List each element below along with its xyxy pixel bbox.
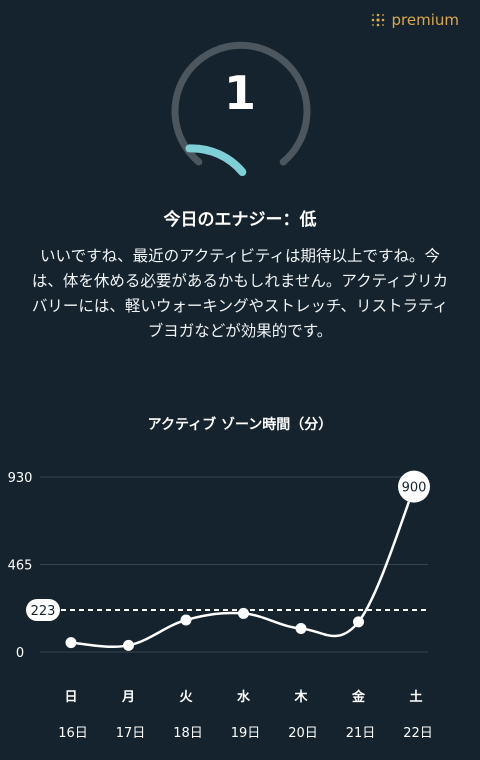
chart-title: アクティブ ゾーン時間（分） (147, 417, 333, 433)
energy-description: いいですね、最近のアクティビティは期待以上ですね。今は、体を休める必要があるかも… (31, 247, 449, 340)
y-tick-label: 0 (16, 646, 24, 661)
highlight-label: 900 (402, 481, 427, 496)
data-point (123, 639, 134, 651)
y-tick-label: 465 (8, 559, 33, 574)
dotted-grid-icon (371, 13, 385, 27)
x-date-label: 16日 (58, 726, 88, 741)
x-date-label: 19日 (231, 726, 261, 741)
x-weekday-label: 月 (121, 690, 135, 705)
x-date-label: 17日 (116, 726, 146, 741)
premium-badge[interactable]: premium (371, 11, 460, 29)
data-point (238, 607, 249, 619)
data-point (65, 637, 77, 649)
reference-label: 223 (31, 604, 56, 619)
x-date-label: 20日 (288, 726, 318, 741)
x-weekday-label: 日 (64, 690, 77, 705)
x-weekday-label: 金 (351, 689, 366, 705)
x-weekday-label: 火 (179, 690, 193, 705)
energy-score: 1 (223, 66, 256, 120)
x-date-label: 21日 (346, 726, 376, 741)
x-date-label: 18日 (173, 726, 203, 741)
active-zone-chart: 223 900 930 465 0 日 16日 月 17日 火 18日 水 19日 木 20日 金 21日 土… (8, 470, 433, 741)
energy-title: 今日のエナジー：低 (163, 210, 317, 230)
premium-label: premium (391, 11, 460, 29)
x-date-label: 22日 (403, 726, 433, 741)
x-weekday-label: 土 (409, 689, 422, 705)
data-point (353, 616, 364, 628)
x-weekday-label: 木 (293, 689, 308, 705)
data-point (180, 614, 192, 626)
data-point (295, 622, 307, 634)
y-tick-label: 930 (8, 471, 33, 486)
x-weekday-label: 水 (237, 689, 251, 705)
